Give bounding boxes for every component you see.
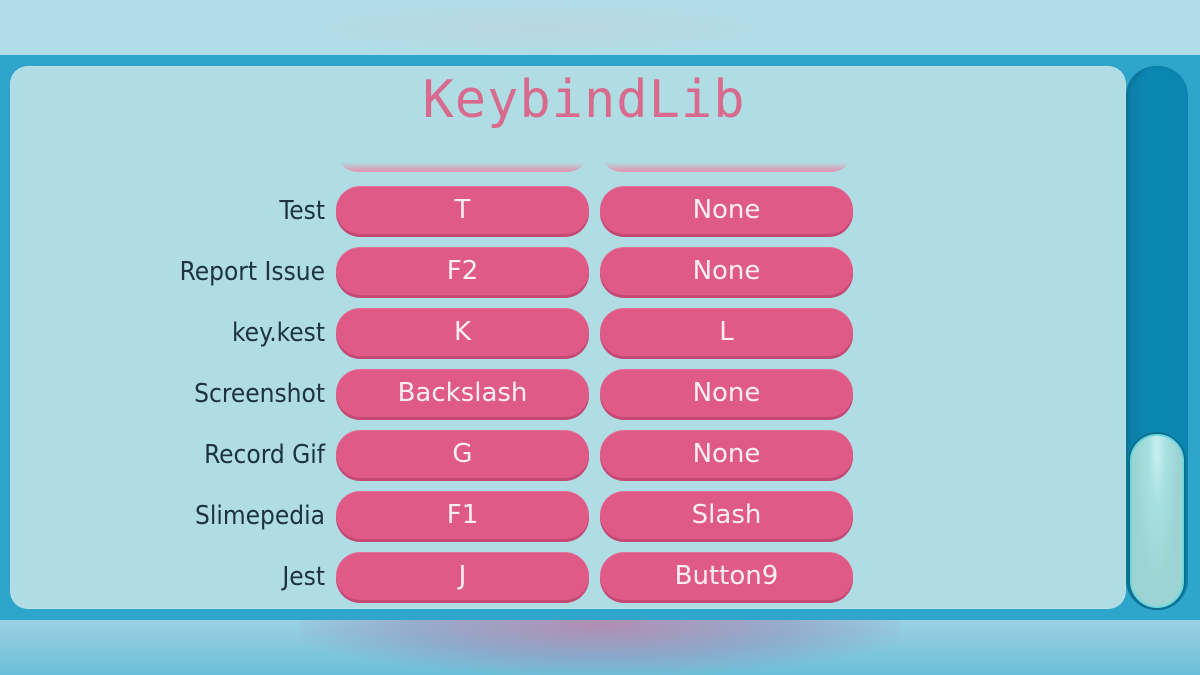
keybind-row: Record Gif G None — [0, 430, 900, 480]
action-label: key.kest — [232, 318, 325, 348]
keybind-row: Jest J Button9 — [0, 552, 900, 602]
primary-key-button[interactable]: G — [336, 430, 589, 478]
secondary-key-button[interactable]: None — [600, 247, 853, 295]
hidden-primary-key-button[interactable] — [336, 150, 589, 172]
background-blur — [280, 0, 800, 56]
keybind-row: Test T None — [0, 186, 900, 236]
keybind-row: Slimepedia F1 Slash — [0, 491, 900, 541]
primary-key-button[interactable]: Backslash — [336, 369, 589, 417]
background-glow — [0, 620, 1200, 675]
action-label: Test — [279, 196, 325, 226]
secondary-key-button[interactable]: None — [600, 430, 853, 478]
hidden-secondary-key-button[interactable] — [600, 150, 853, 172]
scrollbar-thumb[interactable] — [1130, 434, 1184, 608]
keybind-row: Screenshot Backslash None — [0, 369, 900, 419]
action-label: Report Issue — [179, 257, 325, 287]
primary-key-button[interactable]: K — [336, 308, 589, 356]
primary-key-button[interactable]: T — [336, 186, 589, 234]
primary-key-button[interactable]: F1 — [336, 491, 589, 539]
secondary-key-button[interactable]: L — [600, 308, 853, 356]
primary-key-button[interactable]: F2 — [336, 247, 589, 295]
secondary-key-button[interactable]: None — [600, 369, 853, 417]
secondary-key-button[interactable]: None — [600, 186, 853, 234]
secondary-key-button[interactable]: Slash — [600, 491, 853, 539]
action-label: Slimepedia — [195, 501, 325, 531]
action-label: Jest — [282, 562, 325, 592]
keybind-row: Report Issue F2 None — [0, 247, 900, 297]
secondary-key-button[interactable]: Button9 — [600, 552, 853, 600]
primary-key-button[interactable]: J — [336, 552, 589, 600]
keybind-row: key.kest K L — [0, 308, 900, 358]
action-label: Record Gif — [204, 440, 325, 470]
page-title: KeybindLib — [422, 70, 746, 130]
action-label: Screenshot — [194, 379, 325, 409]
